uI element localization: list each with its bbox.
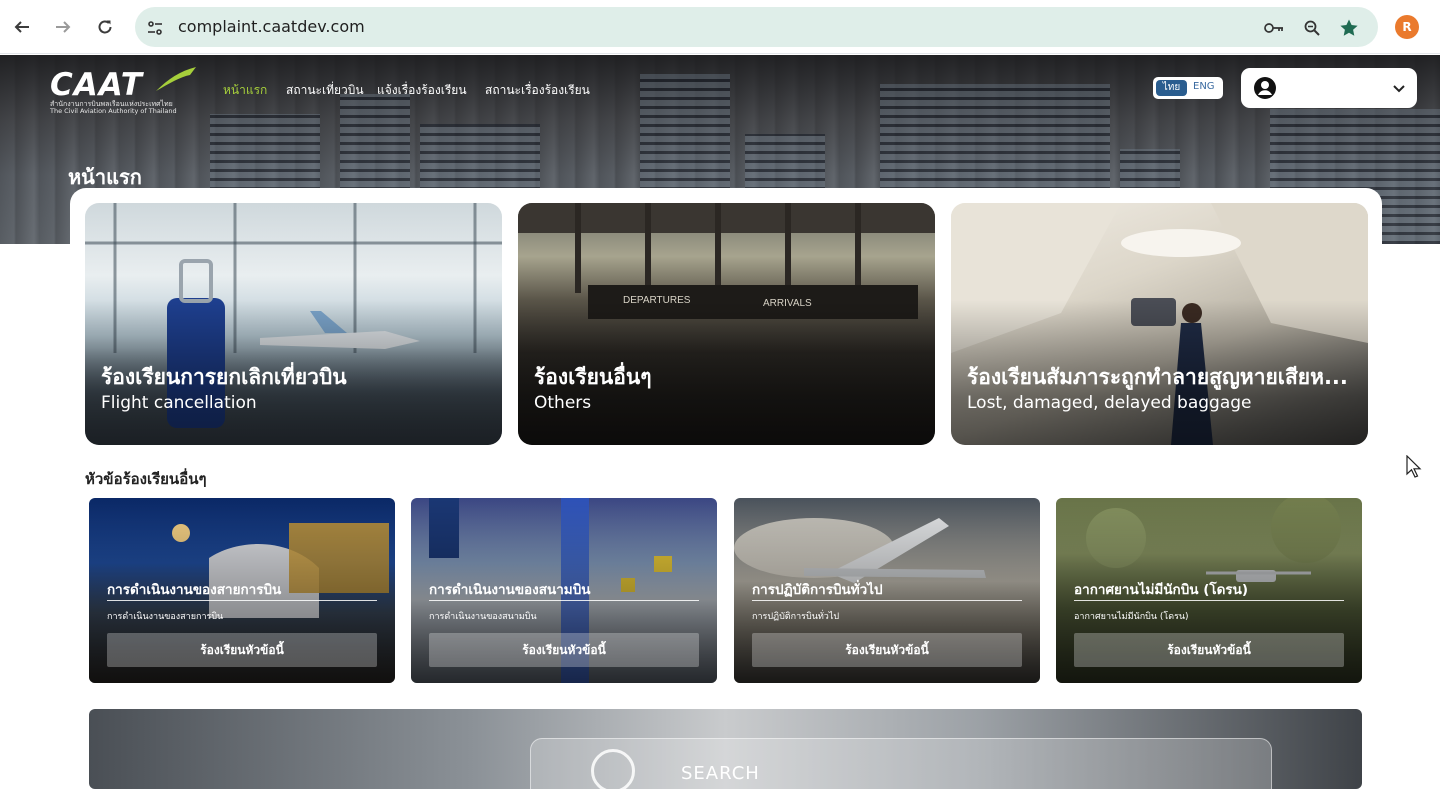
logo-subtitle-en: The Civil Aviation Authority of Thailand (50, 107, 177, 115)
featured-title-en: Lost, damaged, delayed baggage (967, 393, 1252, 413)
chevron-down-icon (1393, 85, 1405, 93)
user-avatar-icon (1254, 77, 1276, 99)
search-icon (591, 749, 635, 789)
featured-title-th: ร้องเรียนการยกเลิกเที่ยวบิน (101, 365, 347, 389)
featured-card-baggage[interactable]: ร้องเรียนสัมภาระถูกทำลายสูญหายเสียห... L… (951, 203, 1368, 445)
browser-profile-avatar[interactable]: R (1395, 15, 1419, 39)
arrow-right-icon (56, 21, 71, 33)
featured-title-th: ร้องเรียนสัมภาระถูกทำลายสูญหายเสียห... (967, 365, 1348, 389)
topic-title: การปฏิบัติการบินทั่วไป (752, 582, 883, 598)
featured-title-th: ร้องเรียนอื่นๆ (534, 365, 652, 389)
featured-title-en: Others (534, 393, 592, 413)
complain-topic-button[interactable]: ร้องเรียนหัวข้อนี้ (107, 633, 377, 667)
logo-wordmark: CAAT (50, 67, 143, 103)
topic-divider (752, 600, 1022, 601)
topic-subtitle: การดำเนินงานของสายการบิน (107, 612, 224, 622)
user-menu-dropdown[interactable] (1241, 68, 1417, 108)
bookmark-star-icon[interactable] (1338, 17, 1360, 39)
featured-card-others[interactable]: DEPARTURES ARRIVALS ร้องเรียนอื่นๆ Other… (518, 203, 935, 445)
address-bar[interactable]: complaint.caatdev.com (135, 7, 1378, 47)
nav-flight-status[interactable]: สถานะเที่ยวบิน (286, 81, 364, 100)
topic-card-flight-operations[interactable]: การปฏิบัติการบินทั่วไป การปฏิบัติการบินท… (734, 498, 1040, 683)
mouse-cursor-icon (1406, 455, 1422, 478)
topic-card-airport[interactable]: การดำเนินงานของสนามบิน การดำเนินงานของสน… (411, 498, 717, 683)
lang-english[interactable]: ENG (1193, 81, 1215, 92)
topic-title: อากาศยานไม่มีนักบิน (โดรน) (1074, 582, 1249, 598)
zoom-icon[interactable] (1301, 17, 1323, 39)
topic-subtitle: การปฏิบัติการบินทั่วไป (752, 612, 840, 622)
topic-divider (429, 600, 699, 601)
forward-button[interactable] (50, 14, 76, 40)
nav-file-complaint[interactable]: แจ้งเรื่องร้องเรียน (377, 81, 467, 100)
topic-subtitle: การดำเนินงานของสนามบิน (429, 612, 537, 622)
reload-button[interactable] (92, 14, 118, 40)
back-button[interactable] (9, 14, 35, 40)
complain-topic-button[interactable]: ร้องเรียนหัวข้อนี้ (429, 633, 699, 667)
nav-complaint-status[interactable]: สถานะเรื่องร้องเรียน (485, 81, 590, 100)
caat-logo[interactable]: CAAT สำนักงานการบินพลเรือนแห่งประเทศไทย … (50, 67, 200, 115)
language-toggle[interactable]: ไทย ENG (1153, 77, 1223, 99)
reload-icon (98, 20, 112, 34)
topic-divider (107, 600, 377, 601)
arrow-left-icon (14, 21, 29, 33)
nav-home[interactable]: หน้าแรก (223, 81, 267, 100)
complain-topic-button[interactable]: ร้องเรียนหัวข้อนี้ (752, 633, 1022, 667)
lang-thai[interactable]: ไทย (1156, 80, 1187, 96)
browser-toolbar: complaint.caatdev.com R (0, 0, 1440, 54)
topic-title: การดำเนินงานของสายการบิน (107, 582, 282, 598)
topic-title: การดำเนินงานของสนามบิน (429, 582, 591, 598)
password-key-icon[interactable] (1263, 17, 1285, 39)
complain-topic-button[interactable]: ร้องเรียนหัวข้อนี้ (1074, 633, 1344, 667)
topic-divider (1074, 600, 1344, 601)
site-header: CAAT สำนักงานการบินพลเรือนแห่งประเทศไทย … (0, 55, 1440, 121)
topic-card-drone[interactable]: อากาศยานไม่มีนักบิน (โดรน) อากาศยานไม่มี… (1056, 498, 1362, 683)
topic-card-airline[interactable]: การดำเนินงานของสายการบิน การดำเนินงานของ… (89, 498, 395, 683)
topic-subtitle: อากาศยานไม่มีนักบิน (โดรน) (1074, 612, 1189, 622)
search-box[interactable]: SEARCH (530, 738, 1272, 789)
featured-card-flight-cancellation[interactable]: ร้องเรียนการยกเลิกเที่ยวบิน Flight cance… (85, 203, 502, 445)
other-topics-heading: หัวข้อร้องเรียนอื่นๆ (85, 470, 207, 488)
search-label: SEARCH (681, 763, 760, 784)
search-banner: SEARCH (89, 709, 1362, 789)
logo-swoosh-icon (156, 67, 196, 91)
site-settings-icon[interactable] (144, 17, 166, 39)
url-text[interactable]: complaint.caatdev.com (178, 17, 365, 36)
featured-title-en: Flight cancellation (101, 393, 257, 413)
